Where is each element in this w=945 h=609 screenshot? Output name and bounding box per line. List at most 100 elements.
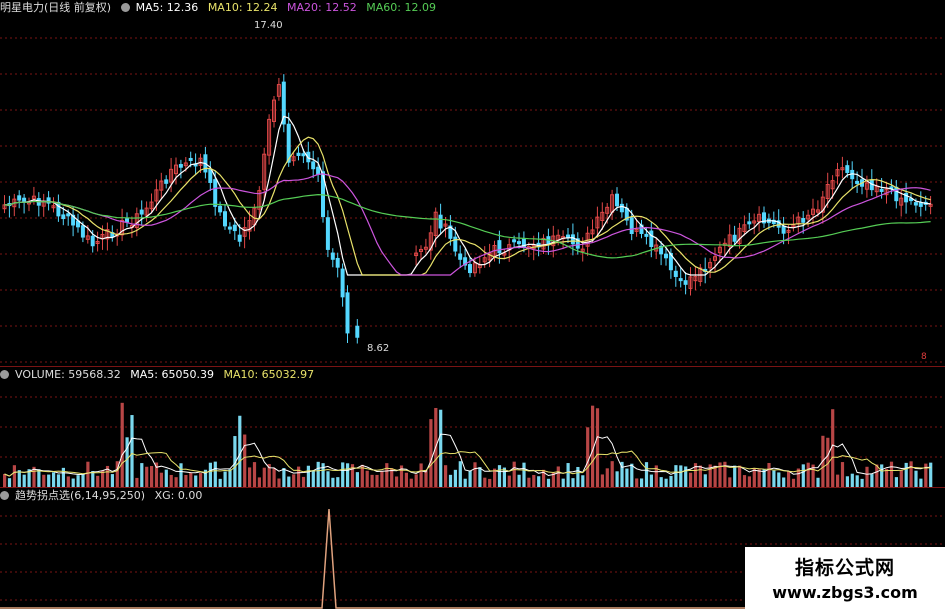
volume-bar: [929, 462, 933, 487]
ma5-value: MA5: 12.36: [135, 1, 199, 14]
price-chart-panel[interactable]: 明星电力(日线 前复权) MA5: 12.36 MA10: 12.24 MA20…: [0, 0, 945, 366]
candle: [438, 214, 443, 229]
candle: [458, 253, 463, 260]
vol-ma5-value: MA5: 65050.39: [130, 368, 214, 381]
volume-bar: [517, 474, 521, 487]
volume-bar: [76, 475, 80, 487]
volume-bar: [208, 462, 212, 487]
volume-bar: [463, 478, 467, 487]
candle: [340, 268, 345, 298]
circle-toggle-icon[interactable]: [120, 3, 130, 12]
candle: [747, 221, 752, 225]
right-marker: 8: [921, 352, 927, 362]
candle: [296, 152, 301, 156]
candle: [673, 270, 678, 277]
candle: [619, 203, 624, 213]
circle-toggle-icon[interactable]: [0, 491, 9, 500]
volume-bar: [184, 474, 188, 487]
candle: [325, 217, 330, 250]
candle: [17, 195, 22, 201]
volume-bar: [889, 461, 894, 487]
volume-bar: [199, 473, 203, 487]
volume-bar: [419, 463, 423, 487]
vol-ma10-value: MA10: 65032.97: [223, 368, 315, 381]
volume-bar: [56, 474, 61, 487]
volume-bar: [630, 463, 634, 487]
volume-ma5-line: [4, 433, 931, 477]
volume-bar: [679, 465, 683, 487]
candle: [223, 211, 227, 227]
volume-bar: [772, 470, 776, 487]
volume-bar: [880, 464, 884, 487]
candle: [497, 240, 502, 254]
volume-bar: [458, 461, 462, 487]
stock-title: 明星电力(日线 前复权): [0, 1, 112, 14]
volume-bar: [61, 467, 65, 487]
candle: [188, 157, 193, 161]
candle: [218, 205, 223, 213]
volume-bar: [52, 472, 56, 487]
ma60-value: MA60: 12.09: [366, 1, 436, 14]
volume-bar: [439, 409, 443, 487]
volume-bar: [429, 419, 433, 487]
volume-bar: [444, 465, 448, 487]
volume-bar: [664, 478, 668, 487]
volume-bar: [742, 475, 747, 487]
volume-bar: [228, 469, 232, 487]
candle: [629, 217, 634, 234]
volume-bar: [311, 470, 315, 487]
volume-bar: [7, 478, 12, 487]
volume-bar: [22, 474, 26, 487]
watermark-title: 指标公式网: [794, 557, 895, 579]
volume-bar: [96, 475, 100, 487]
volume-bar: [380, 471, 384, 487]
volume-bar: [556, 466, 560, 487]
volume-bar: [331, 477, 335, 487]
candle: [22, 197, 27, 203]
volume-chart-panel[interactable]: VOLUME: 59568.32 MA5: 65050.39 MA10: 650…: [0, 367, 945, 487]
volume-bar: [640, 478, 644, 487]
volume-bar: [904, 462, 908, 487]
volume-bar: [316, 461, 320, 487]
price-header: 明星电力(日线 前复权) MA5: 12.36 MA10: 12.24 MA20…: [0, 0, 442, 16]
ma10-value: MA10: 12.24: [207, 1, 278, 14]
candle: [566, 234, 570, 238]
volume-bar: [341, 462, 345, 487]
volume-bar: [326, 471, 330, 487]
volume-bar: [522, 462, 526, 487]
volume-bar: [243, 434, 247, 487]
candle: [355, 325, 360, 338]
volume-bar: [355, 472, 359, 487]
indicator-name: 趋势拐点选(6,14,95,250): [15, 489, 146, 502]
volume-bar: [845, 476, 849, 487]
candle: [512, 239, 517, 243]
volume-bar: [409, 478, 413, 487]
volume-bar: [713, 465, 717, 487]
circle-toggle-icon[interactable]: [0, 370, 9, 379]
volume-bar: [777, 472, 781, 487]
volume-bar: [292, 474, 296, 487]
volume-bar: [81, 474, 85, 487]
candle: [178, 164, 183, 168]
volume-bar: [600, 474, 604, 487]
volume-bar: [850, 473, 854, 487]
candle: [517, 241, 521, 245]
volume-bar: [649, 474, 653, 487]
candle: [232, 224, 237, 232]
volume-bar: [894, 477, 898, 487]
volume-bar: [150, 465, 154, 487]
volume-bar: [909, 461, 913, 487]
volume-bar: [571, 478, 575, 487]
candle: [845, 165, 850, 173]
candle: [649, 230, 654, 247]
volume-bar: [791, 478, 796, 487]
volume-bar: [194, 475, 198, 487]
volume-bar: [336, 477, 340, 487]
volume-bar: [899, 470, 903, 487]
volume-bar: [277, 478, 281, 487]
volume-bar: [885, 468, 889, 487]
volume-bar: [135, 477, 139, 487]
candle: [570, 234, 575, 245]
volume-bar: [483, 477, 487, 487]
volume-bar: [674, 465, 678, 487]
